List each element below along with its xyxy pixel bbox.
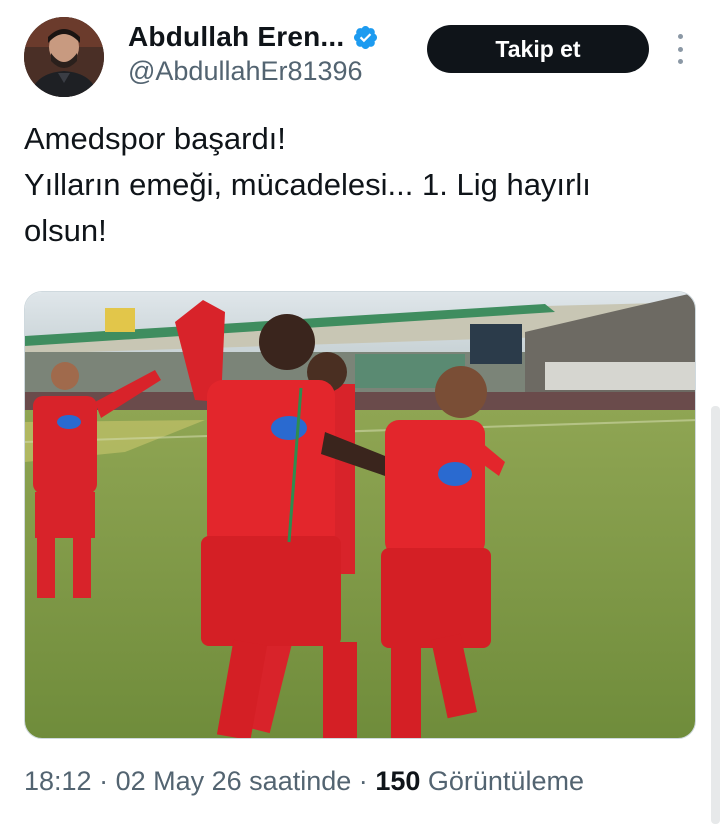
more-vertical-icon[interactable] <box>670 34 690 64</box>
avatar-image <box>24 17 104 97</box>
tweet-text-line: olsun! <box>24 213 107 248</box>
follow-button[interactable]: Takip et <box>427 25 649 73</box>
meta-separator: · <box>358 766 368 796</box>
tweet-text: Amedspor başardı! Yılların emeği, mücade… <box>24 116 694 254</box>
tweet-photo[interactable] <box>24 291 696 739</box>
tweet: Abdullah Eren... @AbdullahEr81396 Takip … <box>0 0 720 824</box>
tweet-meta: 18:12 · 02 May 26 saatinde · 150 Görüntü… <box>24 766 584 797</box>
author-handle[interactable]: @AbdullahEr81396 <box>128 56 363 87</box>
tweet-text-line: Yılların emeği, mücadelesi... 1. Lig hay… <box>24 167 591 202</box>
avatar[interactable] <box>24 17 104 97</box>
tweet-date[interactable]: 02 May 26 saatinde <box>116 766 352 796</box>
views-label[interactable]: Görüntüleme <box>428 766 584 796</box>
author-display-name[interactable]: Abdullah Eren... <box>128 21 344 53</box>
tweet-time[interactable]: 18:12 <box>24 766 92 796</box>
scrollbar[interactable] <box>711 406 720 824</box>
tweet-text-line: Amedspor başardı! <box>24 121 286 156</box>
verified-badge-icon <box>352 24 379 51</box>
football-celebration-image <box>25 292 695 738</box>
meta-separator: · <box>99 766 109 796</box>
author-name-row: Abdullah Eren... <box>128 20 379 54</box>
views-count[interactable]: 150 <box>375 766 420 796</box>
